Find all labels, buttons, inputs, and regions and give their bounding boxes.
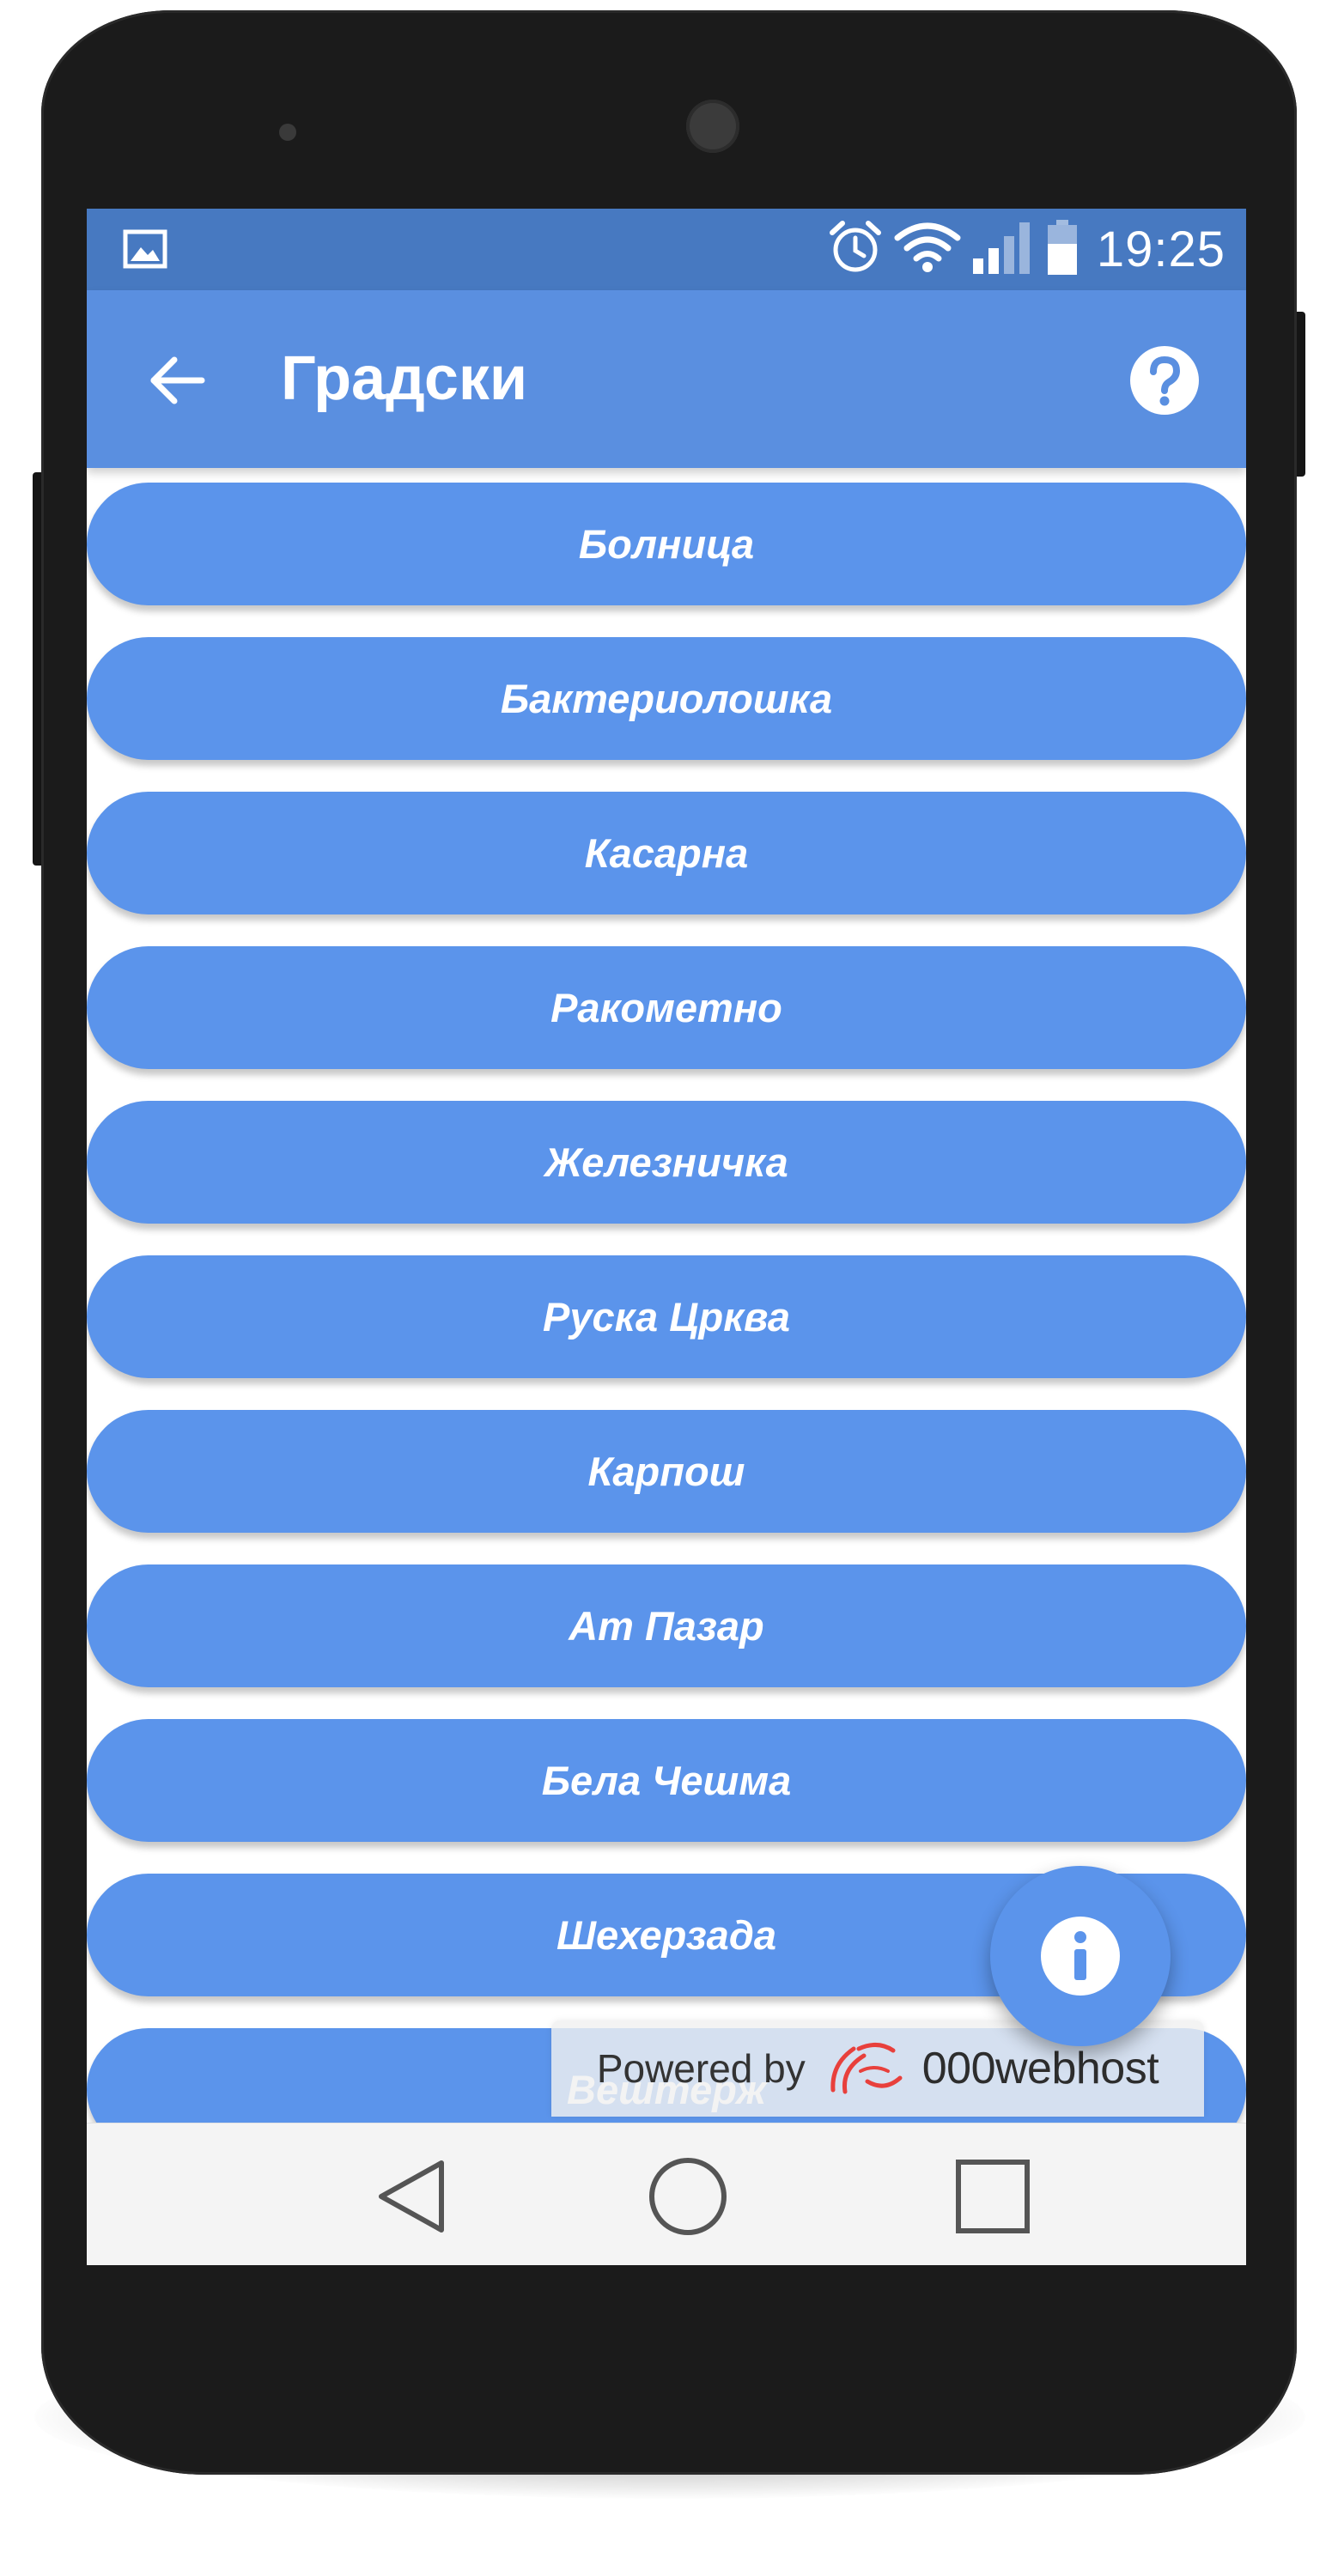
info-icon	[1041, 1917, 1120, 1996]
help-button[interactable]	[1126, 342, 1203, 419]
battery-icon	[1045, 218, 1080, 281]
front-camera	[686, 100, 739, 153]
help-circle-icon	[1130, 346, 1199, 415]
system-nav-bar	[87, 2123, 1246, 2265]
status-time: 19:25	[1096, 222, 1225, 277]
stop-button[interactable]: Бактериолошка	[87, 637, 1246, 760]
app-bar: Градски	[87, 290, 1246, 468]
back-button[interactable]	[138, 342, 216, 419]
home-circle-icon	[649, 2158, 727, 2235]
stop-button[interactable]: Болница	[87, 483, 1246, 605]
arrow-left-icon	[150, 356, 205, 404]
watermark-brand: 000webhost	[921, 2044, 1159, 2093]
nav-home-button[interactable]	[641, 2149, 735, 2244]
stop-button[interactable]: Руска Црква	[87, 1255, 1246, 1378]
signal-icon	[971, 219, 1035, 280]
page-title: Градски	[281, 344, 528, 413]
alarm-icon	[827, 219, 884, 280]
stop-button[interactable]: Касарна	[87, 792, 1246, 914]
000webhost-swirl-logo	[830, 2043, 903, 2094]
status-bar: 19:25	[87, 209, 1246, 290]
stop-button[interactable]: Железничка	[87, 1101, 1246, 1224]
recents-square-icon	[956, 2160, 1030, 2233]
device-mockup: 19:25 Градски Болница Бактериолошка Касарн…	[0, 0, 1338, 2576]
stop-button[interactable]: Бела Чешма	[87, 1719, 1246, 1842]
powered-by-label: Powered by	[596, 2046, 806, 2091]
wifi-icon	[894, 221, 961, 278]
stop-button[interactable]: Ракометно	[87, 946, 1246, 1069]
phone-screen: 19:25 Градски Болница Бактериолошка Касарн…	[87, 209, 1246, 2265]
proximity-sensor	[279, 124, 296, 141]
info-fab-button[interactable]	[990, 1866, 1171, 2046]
stop-button[interactable]: Ат Пазар	[87, 1564, 1246, 1687]
back-triangle-icon	[379, 2160, 444, 2233]
nav-back-button[interactable]	[364, 2149, 459, 2244]
nav-recents-button[interactable]	[946, 2149, 1040, 2244]
stop-button[interactable]: Карпош	[87, 1410, 1246, 1533]
image-icon	[123, 229, 167, 269]
status-icons: 19:25	[827, 217, 1225, 282]
